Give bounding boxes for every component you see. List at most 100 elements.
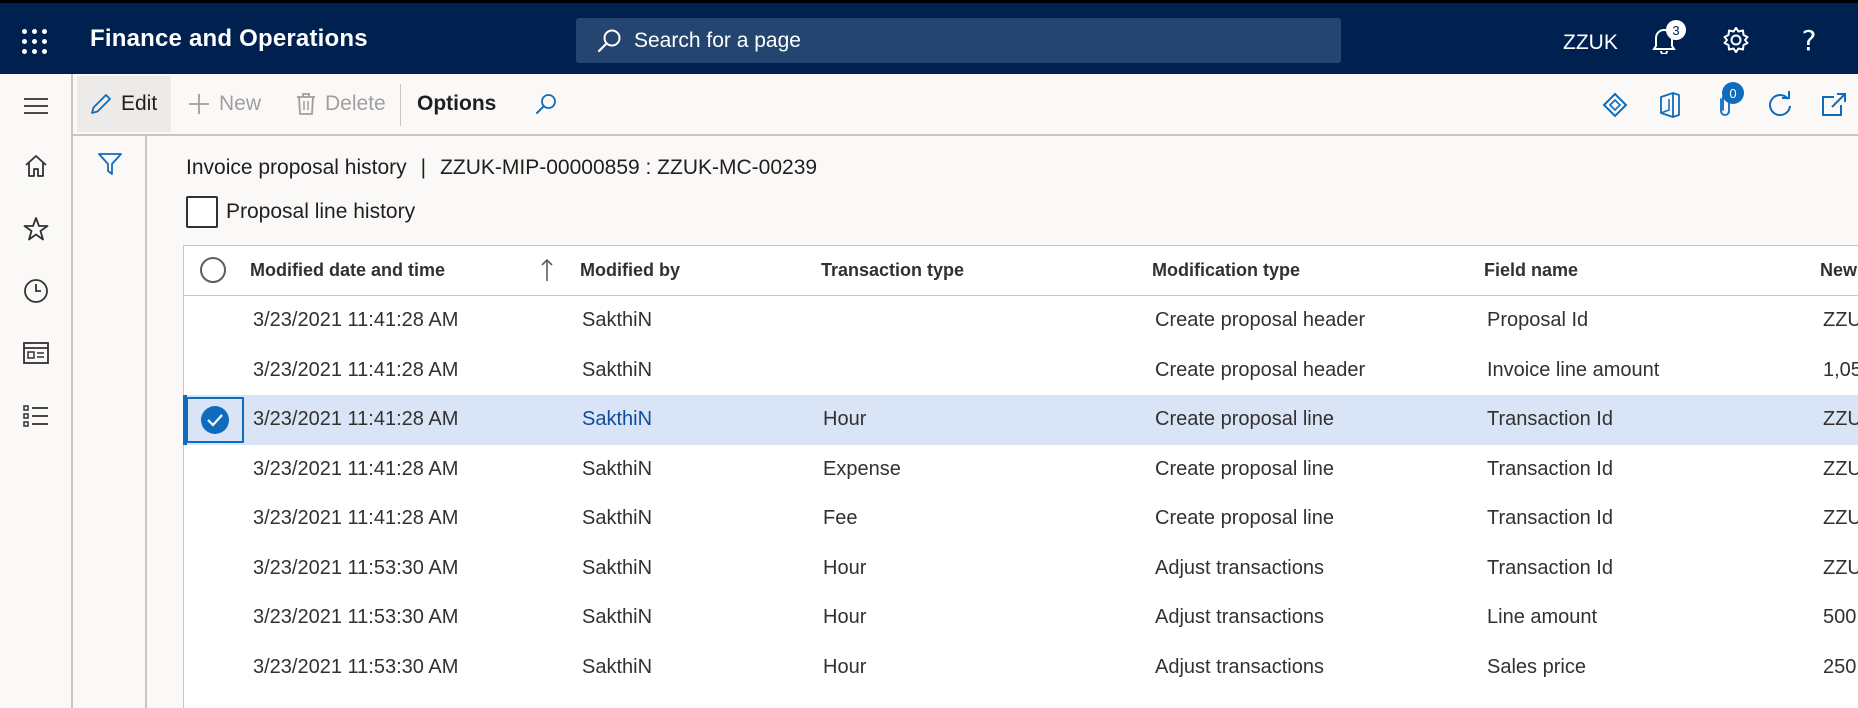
- proposal-line-history-label: Proposal line history: [226, 200, 416, 223]
- table-row-selected[interactable]: 3/23/2021 11:41:28 AM SakthiN Hour Creat…: [183, 395, 1858, 445]
- action-pane: Edit New Delete Options 0: [73, 74, 1858, 136]
- attachments-button[interactable]: 0: [1710, 82, 1744, 120]
- settings-button[interactable]: [1721, 25, 1751, 55]
- page-caption: Invoice proposal history | ZZUK-MIP-000008…: [186, 156, 817, 180]
- cell-modification-type: Create proposal header: [1155, 309, 1366, 331]
- cell-transaction-type: Expense: [823, 457, 901, 480]
- cell-new-value: 500.: [1823, 606, 1858, 628]
- cell-modified-by: SakthiN: [582, 655, 653, 678]
- filter-pane: [73, 136, 147, 708]
- help-button[interactable]: ?: [1794, 24, 1824, 57]
- clock-icon: [24, 279, 48, 303]
- history-grid: Modified date and time Modified by Trans…: [183, 245, 1858, 708]
- proposal-line-history-checkbox[interactable]: [186, 196, 218, 228]
- action-search-button[interactable]: [534, 76, 566, 132]
- nav-home[interactable]: [22, 152, 50, 180]
- nav-menu-button[interactable]: [22, 92, 50, 120]
- home-icon: [25, 155, 47, 177]
- cell-field-name: Transaction Id: [1487, 507, 1613, 529]
- nav-favorites[interactable]: [22, 215, 50, 243]
- table-row[interactable]: 3/23/2021 11:41:28 AM SakthiN Fee Create…: [184, 494, 1858, 544]
- column-header-modified-date[interactable]: Modified date and time: [250, 260, 445, 281]
- cell-modified-date: 3/23/2021 11:41:28 AM: [253, 358, 459, 381]
- select-all-checkbox[interactable]: [200, 257, 226, 283]
- cell-modified-date: 3/23/2021 11:53:30 AM: [253, 556, 459, 579]
- cell-modification-type: Adjust transactions: [1155, 556, 1324, 579]
- caption-separator: |: [420, 156, 427, 179]
- edit-label: Edit: [121, 92, 158, 115]
- cell-modification-type: Create proposal line: [1155, 507, 1334, 529]
- cell-field-name: Transaction Id: [1487, 457, 1613, 480]
- column-header-new-value[interactable]: New: [1820, 260, 1858, 281]
- diamond-icon: [1602, 92, 1628, 118]
- delete-label: Delete: [325, 92, 386, 115]
- search-icon: [597, 29, 621, 52]
- filter-button[interactable]: [97, 151, 123, 182]
- table-row[interactable]: 3/23/2021 11:53:30 AM SakthiN Hour Adjus…: [184, 544, 1858, 594]
- cell-modified-by: SakthiN: [582, 556, 653, 579]
- cell-modification-type: Adjust transactions: [1155, 655, 1324, 678]
- gear-icon: [1723, 27, 1749, 53]
- refresh-button[interactable]: [1765, 90, 1795, 120]
- app-title[interactable]: Finance and Operations: [90, 25, 368, 53]
- cell-new-value: ZZU: [1823, 457, 1858, 480]
- left-navigation: [0, 74, 73, 708]
- search-placeholder[interactable]: Search for a page: [634, 29, 801, 53]
- office-icon: [1660, 92, 1680, 118]
- options-tab[interactable]: Options: [417, 76, 496, 132]
- notifications-button[interactable]: 3: [1649, 20, 1686, 55]
- new-button[interactable]: New: [187, 76, 261, 132]
- nav-recent[interactable]: [22, 277, 50, 305]
- star-icon: [23, 217, 49, 241]
- cell-modified-by-link[interactable]: SakthiN: [582, 408, 652, 431]
- cell-modification-type: Adjust transactions: [1155, 606, 1324, 628]
- table-row[interactable]: 3/23/2021 11:41:28 AM SakthiN Create pro…: [184, 296, 1858, 346]
- cell-field-name: Proposal Id: [1487, 309, 1589, 331]
- table-row[interactable]: 3/23/2021 11:41:28 AM SakthiN Expense Cr…: [184, 445, 1858, 495]
- cell-field-name: Line amount: [1487, 606, 1598, 628]
- attachments-count-badge: 0: [1722, 82, 1744, 104]
- edit-button[interactable]: Edit: [77, 76, 171, 132]
- column-header-modification-type[interactable]: Modification type: [1152, 260, 1300, 281]
- open-new-window-button[interactable]: [1819, 90, 1849, 120]
- cell-new-value: ZZU: [1823, 309, 1858, 331]
- cell-field-name: Transaction Id: [1487, 408, 1613, 430]
- table-row[interactable]: 3/23/2021 11:53:30 AM SakthiN Hour Adjus…: [184, 593, 1858, 643]
- company-picker[interactable]: ZZUK: [1563, 31, 1618, 55]
- cell-modified-by: SakthiN: [582, 309, 653, 331]
- sort-ascending-icon[interactable]: [540, 257, 554, 283]
- record-identifier: ZZUK-MIP-00000859 : ZZUK-MC-00239: [440, 156, 818, 179]
- search-box[interactable]: Search for a page: [576, 18, 1341, 63]
- app-launcher-icon[interactable]: [22, 29, 48, 55]
- delete-button[interactable]: Delete: [295, 76, 386, 132]
- nav-modules[interactable]: [22, 402, 50, 430]
- cell-modification-type: Create proposal line: [1155, 457, 1334, 480]
- search-icon: [536, 94, 556, 114]
- list-icon: [23, 405, 48, 427]
- cell-transaction-type: Hour: [823, 556, 867, 579]
- row-select-checkbox[interactable]: [186, 397, 244, 443]
- cell-modified-date: 3/23/2021 11:41:28 AM: [253, 309, 459, 331]
- cell-modified-date: 3/23/2021 11:41:28 AM: [253, 408, 459, 430]
- page-title: Invoice proposal history: [186, 156, 407, 179]
- cell-new-value: 1,05: [1823, 358, 1858, 381]
- power-apps-button[interactable]: [1600, 90, 1630, 120]
- office-button[interactable]: [1655, 90, 1685, 120]
- new-label: New: [219, 92, 262, 115]
- table-row[interactable]: 3/23/2021 11:41:28 AM SakthiN Create pro…: [184, 346, 1858, 396]
- table-row[interactable]: 3/23/2021 11:53:30 AM SakthiN Hour Adjus…: [184, 643, 1858, 693]
- checkmark-icon: [201, 406, 229, 434]
- hamburger-icon: [24, 98, 48, 114]
- action-divider: [400, 84, 401, 126]
- cell-transaction-type: Hour: [823, 408, 867, 430]
- column-header-field-name[interactable]: Field name: [1484, 260, 1578, 281]
- nav-workspaces[interactable]: [22, 339, 50, 367]
- cell-modified-by: SakthiN: [582, 358, 653, 381]
- column-header-modified-by[interactable]: Modified by: [580, 260, 680, 281]
- pencil-icon: [91, 94, 111, 114]
- proposal-line-history-toggle[interactable]: Proposal line history: [186, 196, 415, 228]
- column-header-transaction-type[interactable]: Transaction type: [821, 260, 964, 281]
- notification-count-badge: 3: [1666, 20, 1686, 40]
- funnel-icon: [98, 153, 122, 175]
- cell-modified-date: 3/23/2021 11:41:28 AM: [253, 507, 459, 529]
